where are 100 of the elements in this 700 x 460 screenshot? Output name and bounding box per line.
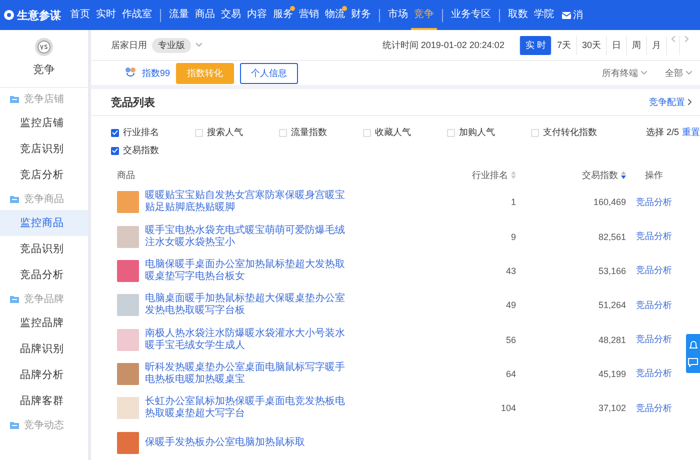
nav-tab[interactable]: 业务专区 — [448, 0, 494, 30]
nav-tab[interactable]: 营销 — [296, 0, 322, 30]
sidebar-item[interactable]: 品牌客群 — [0, 388, 88, 414]
photo-placeholder — [117, 432, 139, 454]
checkmark-icon — [112, 130, 118, 135]
photo-placeholder — [117, 260, 139, 282]
edition-badge: 专业版 — [152, 38, 191, 52]
period-tab[interactable]: 7天 — [550, 36, 576, 54]
terminal-dropdown[interactable]: 所有终端 — [602, 66, 647, 80]
photo-placeholder — [117, 294, 139, 316]
period-tab[interactable]: 实 时 — [519, 36, 551, 54]
rank-cell: 104 — [500, 403, 516, 414]
analysis-link[interactable]: 竞品分析 — [636, 230, 672, 244]
sidebar-group-label: 竞争商品 — [24, 192, 64, 206]
analysis-link[interactable]: 竞品分析 — [636, 402, 672, 415]
config-link[interactable]: 竞争配置 — [649, 96, 692, 108]
bell-icon[interactable] — [688, 340, 698, 350]
filter-checkbox[interactable]: 流量指数 — [279, 126, 363, 139]
nav-tab[interactable]: 学院 — [531, 0, 557, 30]
product-link[interactable]: 电脑桌面暖手加热鼠标垫超大保暖桌垫办公室发热电热取暖写字台板 — [145, 293, 345, 318]
sidebar-item[interactable]: 监控店铺 — [0, 110, 88, 136]
sidebar-item[interactable]: 竞店识别 — [0, 136, 88, 162]
rank-cell: 64 — [506, 368, 516, 379]
nav-tab[interactable]: 流量 — [166, 0, 192, 30]
column-header: 商品 — [117, 168, 135, 182]
filter-checkbox[interactable]: 收藏人气 — [363, 126, 447, 139]
reset-link[interactable]: 重置 — [682, 126, 700, 139]
sidebar-group-label: 竞争品牌 — [24, 292, 64, 306]
sidebar-item[interactable]: 竞店分析 — [0, 162, 88, 188]
analysis-link[interactable]: 竞品分析 — [636, 333, 672, 346]
folder-icon — [10, 295, 19, 303]
nav-tab[interactable]: 实时 — [93, 0, 119, 30]
period-tab[interactable]: 日 — [606, 36, 626, 54]
filter-checkbox[interactable]: 支付转化指数 — [531, 126, 615, 139]
period-tab[interactable]: 周 — [626, 36, 646, 54]
nav-tab[interactable]: 财务 — [348, 0, 374, 30]
analysis-link[interactable]: 竞品分析 — [636, 196, 672, 209]
sort-icon[interactable] — [621, 171, 626, 179]
personal-info-button[interactable]: 个人信息 — [240, 62, 298, 84]
sidebar-item[interactable]: 品牌识别 — [0, 336, 88, 362]
column-header: 行业排名 — [472, 168, 508, 182]
chevron-right-icon[interactable] — [688, 99, 692, 105]
column-header: 交易指数 — [582, 168, 618, 182]
sidebar-item[interactable]: 监控品牌 — [0, 310, 88, 336]
card-title: 竞品列表 — [111, 96, 155, 110]
index-link[interactable]: 指数99 — [142, 66, 170, 80]
app-logo-text: 生意参谋 — [17, 8, 61, 22]
versus-icon — [35, 38, 53, 56]
nav-tab[interactable]: 取数 — [505, 0, 531, 30]
nav-tab[interactable]: 首页 — [67, 0, 93, 30]
index-cell: 48,281 — [598, 334, 626, 345]
sidebar-group-label: 竞争店铺 — [24, 92, 64, 106]
product-link[interactable]: 电脑保暖手桌面办公室加热鼠标垫超大发热取暖桌垫写字电热台板女 — [145, 258, 345, 283]
index-cell: 51,264 — [598, 300, 626, 310]
rank-cell: 49 — [506, 300, 516, 310]
analysis-link[interactable]: 竞品分析 — [636, 264, 672, 278]
photo-placeholder — [117, 362, 139, 385]
filter-checkbox[interactable]: 加购人气 — [447, 126, 531, 139]
sidebar-item[interactable]: 竞品分析 — [0, 262, 88, 288]
nav-tab[interactable]: 商品 — [192, 0, 218, 30]
caret-icon — [686, 71, 692, 75]
scope-dropdown[interactable]: 全部 — [665, 66, 692, 80]
rank-cell: 1 — [510, 197, 516, 208]
product-link[interactable]: 暖暖贴宝宝贴自发热女宫寒防寒保暖身宫暖宝贴足贴脚底热贴暖脚 — [145, 190, 345, 214]
nav-tab[interactable]: 内容 — [244, 0, 270, 30]
product-link[interactable]: 长虹办公室鼠标加热保暖手桌面电竞发热板电热取暖桌垫超大写字台 — [145, 396, 345, 420]
sidebar-item[interactable]: 品牌分析 — [0, 362, 88, 388]
mail-icon[interactable] — [562, 12, 571, 18]
analysis-link[interactable]: 竞品分析 — [636, 367, 672, 380]
rank-cell: 9 — [510, 232, 516, 242]
product-link[interactable]: 南极人热水袋注水防爆暖水袋灌水大小号装水暖手宝毛绒女学生成人 — [145, 328, 345, 352]
selection-count: 选择 2/5 — [646, 126, 679, 139]
caret-icon — [641, 71, 647, 75]
nav-tab[interactable]: 服务 — [270, 0, 296, 30]
photo-placeholder — [117, 328, 139, 351]
stat-time-text: 统计时间 2019-01-02 20:24:02 — [382, 38, 504, 52]
chat-icon[interactable] — [688, 358, 698, 367]
product-link[interactable]: 保暖手发热板办公室电脑加热鼠标取 — [145, 436, 345, 449]
sidebar-title: 竞争 — [33, 62, 55, 77]
nav-tab[interactable]: 交易 — [218, 0, 244, 30]
period-tab[interactable]: 30天 — [576, 36, 606, 54]
filter-checkbox[interactable]: 交易指数 — [111, 144, 195, 157]
nav-tab[interactable]: 作战室 — [119, 0, 155, 30]
sidebar-item[interactable]: 监控商品 — [0, 210, 88, 236]
filter-checkbox[interactable]: 搜索人气 — [195, 126, 279, 139]
filter-checkbox[interactable]: 行业排名 — [111, 126, 195, 139]
nav-tab[interactable]: 市场 — [385, 0, 411, 30]
product-link[interactable]: 昕科发热暖桌垫办公室桌面电脑鼠标写字暖手电热板电暖加热暖桌宝 — [145, 362, 345, 386]
analysis-link[interactable]: 竞品分析 — [636, 298, 672, 312]
product-link[interactable]: 暖手宝电热水袋充电式暖宝萌萌可爱防爆毛绒注水女暖水袋热宝小 — [145, 224, 345, 249]
index-cell: 45,199 — [598, 368, 626, 379]
nav-tab[interactable]: 物流 — [322, 0, 348, 30]
period-tab[interactable]: 月 — [646, 36, 666, 54]
index-cell: 160,469 — [593, 197, 626, 208]
rank-cell: 56 — [506, 334, 516, 345]
index-cell: 82,561 — [598, 232, 626, 242]
photo-placeholder — [117, 226, 139, 248]
messages-link[interactable]: 消 — [573, 8, 583, 22]
sidebar-item[interactable]: 竞品识别 — [0, 236, 88, 262]
chevron-left-icon[interactable] — [670, 36, 676, 42]
